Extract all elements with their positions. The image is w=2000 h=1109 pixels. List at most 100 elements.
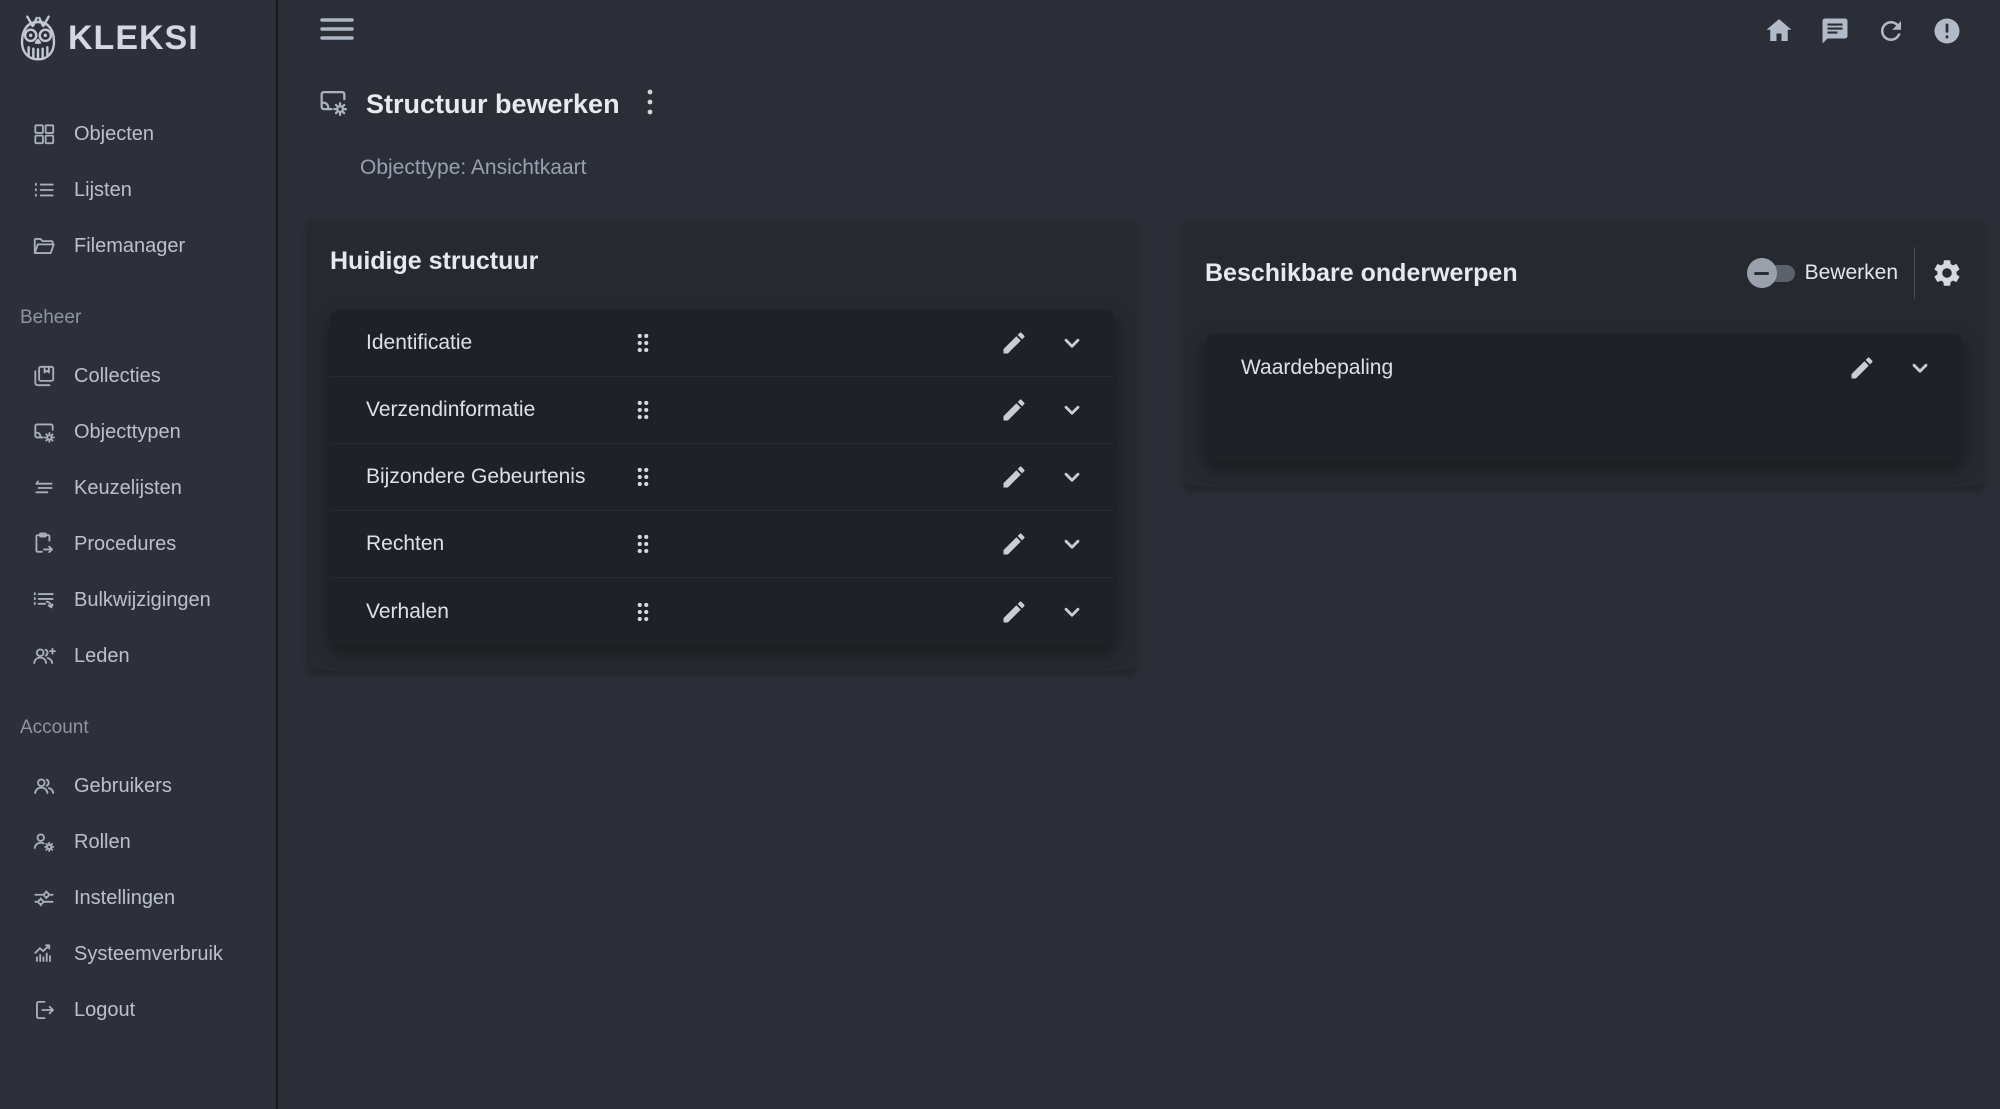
panel-header: Beschikbare onderwerpen Bewerken [1205, 246, 1963, 300]
sidebar-item-bulkwijzigingen[interactable]: Bulkwijzigingen [0, 572, 276, 628]
objecttype-icon [30, 418, 58, 446]
chevron-down-icon[interactable] [1057, 462, 1087, 492]
objecttype-icon [316, 85, 350, 124]
sidebar-item-leden[interactable]: Leden [0, 628, 276, 684]
drag-handle-icon[interactable] [630, 599, 656, 625]
minus-icon [1754, 271, 1770, 275]
clipboard-arrow-icon [30, 530, 58, 558]
sidebar-item-lijsten[interactable]: Lijsten [0, 162, 276, 218]
list-icon [30, 176, 58, 204]
sidebar: KLEKSI Objecten Lijsten Filemanager Behe… [0, 0, 278, 1109]
grid-icon [30, 120, 58, 148]
sidebar-item-instellingen[interactable]: Instellingen [0, 870, 276, 926]
sidebar-item-label: Rollen [74, 830, 131, 853]
sidebar-item-keuzelijsten[interactable]: Keuzelijsten [0, 460, 276, 516]
subjects-list: Waardebepaling [1205, 334, 1963, 461]
page-subtitle: Objecttype: Ansichtkaart [360, 156, 587, 179]
panel-title: Beschikbare onderwerpen [1205, 259, 1518, 287]
drag-handle-icon[interactable] [630, 464, 656, 490]
sidebar-item-filemanager[interactable]: Filemanager [0, 218, 276, 274]
edit-icon[interactable] [1847, 353, 1877, 383]
row-label: Verhalen [366, 599, 449, 623]
edit-icon[interactable] [999, 597, 1029, 627]
edit-icon[interactable] [999, 462, 1029, 492]
available-subjects-panel: Beschikbare onderwerpen Bewerken Waardeb… [1183, 220, 1985, 487]
structure-row: Identificatie [330, 310, 1115, 377]
bulk-edit-icon [30, 586, 58, 614]
structure-list: Identificatie Verzendinformatie Bijzonde… [330, 310, 1115, 645]
row-label: Rechten [366, 532, 445, 555]
sidebar-item-label: Bulkwijzigingen [74, 588, 211, 611]
people-icon [30, 772, 58, 800]
person-add-icon [30, 642, 58, 670]
sidebar-item-label: Collecties [74, 364, 161, 387]
sliders-icon [30, 884, 58, 912]
sidebar-item-collecties[interactable]: Collecties [0, 348, 276, 404]
chevron-down-icon[interactable] [1057, 328, 1087, 358]
chevron-down-icon[interactable] [1057, 597, 1087, 627]
chevron-down-icon[interactable] [1057, 529, 1087, 559]
collections-icon [30, 362, 58, 390]
edit-mode-toggle[interactable] [1746, 258, 1795, 288]
sidebar-item-rollen[interactable]: Rollen [0, 814, 276, 870]
panel-title: Huidige structuur [330, 247, 539, 275]
drag-handle-icon[interactable] [630, 531, 656, 557]
sidebar-item-label: Instellingen [74, 886, 176, 909]
page-header: Structuur bewerken [316, 86, 2000, 122]
drag-handle-icon[interactable] [630, 397, 656, 423]
row-label: Bijzondere Gebeurtenis [366, 465, 586, 488]
sidebar-item-label: Procedures [74, 532, 177, 555]
refresh-icon[interactable] [1876, 16, 1906, 46]
sidebar-item-label: Objecten [74, 122, 155, 145]
content-cards: Huidige structuur Identificatie Verzendi… [308, 220, 2000, 671]
chat-icon[interactable] [1820, 16, 1850, 46]
choice-list-icon [30, 474, 58, 502]
sidebar-item-objecten[interactable]: Objecten [0, 106, 276, 162]
sidebar-item-label: Gebruikers [74, 774, 172, 797]
sidebar-item-label: Filemanager [74, 234, 186, 257]
role-gear-icon [30, 828, 58, 856]
topbar-actions [1764, 16, 1962, 46]
structure-row: Verhalen [330, 578, 1115, 645]
home-icon[interactable] [1764, 16, 1794, 46]
toggle-label: Bewerken [1804, 261, 1898, 284]
main-content: Structuur bewerken Objecttype: Ansichtka… [278, 0, 2000, 1109]
topbar [278, 0, 2000, 44]
brand-name: KLEKSI [68, 18, 199, 57]
alert-icon[interactable] [1932, 16, 1962, 46]
owl-icon [16, 14, 60, 62]
sidebar-nav: Objecten Lijsten Filemanager Beheer Coll… [0, 106, 276, 1038]
current-structure-panel: Huidige structuur Identificatie Verzendi… [308, 220, 1137, 671]
row-label: Verzendinformatie [366, 398, 536, 421]
sidebar-item-label: Keuzelijsten [74, 476, 182, 499]
sidebar-item-label: Systeemverbruik [74, 942, 223, 965]
sidebar-section-account: Account [20, 717, 89, 738]
folder-icon [30, 232, 58, 260]
sidebar-item-label: Leden [74, 644, 130, 667]
edit-icon[interactable] [999, 328, 1029, 358]
toggle-knob [1746, 258, 1777, 288]
subject-row: Waardebepaling [1205, 334, 1963, 401]
chevron-down-icon[interactable] [1057, 395, 1087, 425]
sidebar-item-label: Lijsten [74, 178, 132, 201]
sidebar-item-label: Objecttypen [74, 420, 181, 443]
sidebar-item-systeemverbruik[interactable]: Systeemverbruik [0, 926, 276, 982]
kebab-menu-icon[interactable] [640, 85, 660, 124]
sidebar-item-procedures[interactable]: Procedures [0, 516, 276, 572]
sidebar-item-logout[interactable]: Logout [0, 982, 276, 1038]
chevron-down-icon[interactable] [1905, 353, 1935, 383]
sidebar-item-objecttypen[interactable]: Objecttypen [0, 404, 276, 460]
gear-icon[interactable] [1931, 257, 1963, 289]
page-title: Structuur bewerken [366, 88, 620, 119]
structure-row: Rechten [330, 511, 1115, 578]
sidebar-item-gebruikers[interactable]: Gebruikers [0, 758, 276, 814]
row-label: Identificatie [366, 331, 473, 354]
edit-icon[interactable] [999, 395, 1029, 425]
drag-handle-icon[interactable] [630, 330, 656, 356]
logout-icon [30, 996, 58, 1024]
row-label: Waardebepaling [1241, 355, 1394, 379]
hamburger-menu-icon[interactable] [320, 16, 354, 47]
edit-icon[interactable] [999, 529, 1029, 559]
usage-chart-icon [30, 940, 58, 968]
brand-logo[interactable]: KLEKSI [0, 0, 276, 62]
